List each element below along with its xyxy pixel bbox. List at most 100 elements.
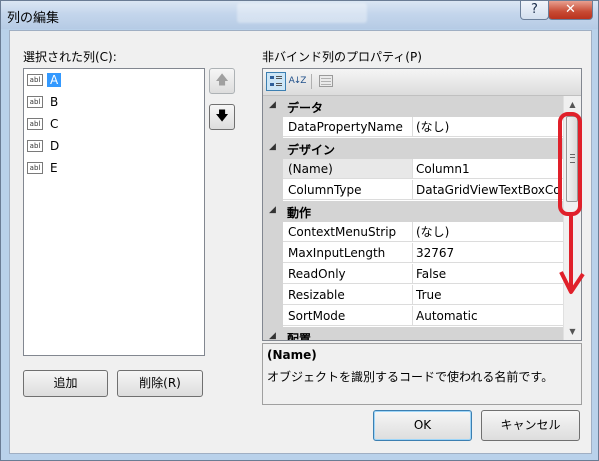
list-item-label: D [50,139,60,153]
scroll-up-button[interactable]: ▲ [564,96,581,113]
collapse-icon[interactable]: ◢ [269,142,276,152]
description-title: (Name) [267,348,317,362]
window-title: 列の編集 [7,11,60,26]
property-grid-scrollbar[interactable]: ▲ ▼ [563,96,581,340]
scroll-thumb[interactable] [566,116,578,202]
label-column-icon: abl [27,140,43,152]
help-button[interactable]: ? [520,1,549,20]
property-row-sortmode[interactable]: SortMode Automatic [263,306,563,327]
add-button-label: 追加 [53,376,78,390]
property-row-contextmenustrip[interactable]: ContextMenuStrip (なし) [263,222,563,243]
collapse-icon[interactable]: ◢ [269,100,276,110]
scroll-down-icon: ▼ [569,327,576,336]
arrow-down-icon: 🡇 [215,109,229,124]
help-icon: ? [531,2,538,17]
collapse-icon[interactable]: ◢ [269,331,276,340]
property-pages-icon [319,75,333,87]
row-gutter [263,222,283,243]
scroll-down-button[interactable]: ▼ [564,323,581,340]
property-row-name[interactable]: (Name) Column1 [263,159,563,180]
alphabetical-sort-icon: A↓Z [288,76,307,86]
property-value[interactable]: False [413,264,563,284]
property-grid-toolbar: A↓Z [263,69,581,96]
row-gutter [263,285,283,306]
property-value[interactable]: DataGridViewTextBoxCo [413,180,563,200]
description-text: オブジェクトを識別するコードで使われる名前です。 [267,370,554,384]
property-value[interactable]: True [413,285,563,305]
row-gutter [263,180,283,201]
category-data[interactable]: ◢ データ [263,96,563,117]
property-name: (Name) [283,159,413,179]
list-item-label: B [50,95,59,109]
row-gutter [263,159,283,180]
category-design[interactable]: ◢ デザイン [263,138,563,159]
list-item-a[interactable]: abl A [27,71,62,89]
list-item-label: E [50,161,58,175]
list-item-label: A [47,73,62,87]
cancel-button-label: キャンセル [500,418,561,432]
property-row-datapropertyname[interactable]: DataPropertyName (なし) [263,117,563,138]
property-value[interactable]: Column1 [413,159,563,179]
close-icon: ✕ [565,2,576,17]
property-name: MaxInputLength [283,243,413,263]
category-behavior[interactable]: ◢ 動作 [263,201,563,222]
property-name: ReadOnly [283,264,413,284]
list-item-label: C [50,117,59,131]
cancel-button[interactable]: キャンセル [481,410,580,441]
category-label: 動作 [287,206,312,220]
categorized-icon [270,76,282,86]
alphabetical-button[interactable]: A↓Z [287,72,307,91]
blurred-background-title [237,3,367,23]
ok-button[interactable]: OK [373,410,472,441]
arrow-up-icon: 🡅 [215,73,229,88]
list-item-d[interactable]: abl D [27,137,62,155]
property-row-columntype[interactable]: ColumnType DataGridViewTextBoxCo [263,180,563,201]
label-column-icon: abl [27,118,43,130]
category-label: データ [287,101,324,115]
list-item-b[interactable]: abl B [27,93,61,111]
label-column-icon: abl [27,74,43,86]
dialog-body: 選択された列(C): abl A abl B abl C abl D abl E [9,30,592,454]
row-gutter [263,243,283,264]
property-rows: ◢ データ DataPropertyName (なし) ◢ デザイン (Name… [263,96,563,340]
property-name: DataPropertyName [283,117,413,137]
collapse-icon[interactable]: ◢ [269,205,276,215]
add-button[interactable]: 追加 [23,370,108,397]
selected-columns-list[interactable]: abl A abl B abl C abl D abl E [23,68,205,356]
remove-button[interactable]: 削除(R) [117,370,203,397]
category-layout[interactable]: ◢ 配置 [263,327,563,340]
selected-columns-label: 選択された列(C): [23,50,117,64]
close-button[interactable]: ✕ [548,1,593,20]
list-item-c[interactable]: abl C [27,115,61,133]
row-gutter [263,117,283,138]
move-down-button[interactable]: 🡇 [209,104,235,130]
property-value[interactable]: Automatic [413,306,563,326]
move-up-button[interactable]: 🡅 [209,68,235,94]
property-row-readonly[interactable]: ReadOnly False [263,264,563,285]
property-pages-button[interactable] [316,72,336,91]
category-label: 配置 [287,332,312,340]
remove-button-label: 削除(R) [139,376,181,390]
title-bar[interactable]: 列の編集 ? ✕ [1,1,598,29]
row-gutter [263,306,283,327]
unbound-column-properties-label: 非バインド列のプロパティ(P) [262,50,422,64]
ok-button-label: OK [413,418,432,432]
property-description-panel: (Name) オブジェクトを識別するコードで使われる名前です。 [262,343,582,405]
property-row-resizable[interactable]: Resizable True [263,285,563,306]
label-column-icon: abl [27,162,43,174]
property-name: ContextMenuStrip [283,222,413,242]
dialog-window: 列の編集 ? ✕ 選択された列(C): abl A abl B abl C ab… [0,0,599,461]
property-name: ColumnType [283,180,413,200]
property-value[interactable]: (なし) [413,222,563,242]
property-row-maxinputlength[interactable]: MaxInputLength 32767 [263,243,563,264]
list-item-e[interactable]: abl E [27,159,61,177]
property-grid[interactable]: A↓Z ◢ データ DataPropertyName (なし) ◢ デザイン (… [262,68,582,341]
property-name: SortMode [283,306,413,326]
property-name: Resizable [283,285,413,305]
property-value[interactable]: 32767 [413,243,563,263]
category-label: デザイン [287,143,336,157]
categorized-button[interactable] [266,72,286,91]
toolbar-separator [311,74,312,89]
property-value[interactable]: (なし) [413,117,563,137]
thumb-grip-icon [570,154,575,163]
